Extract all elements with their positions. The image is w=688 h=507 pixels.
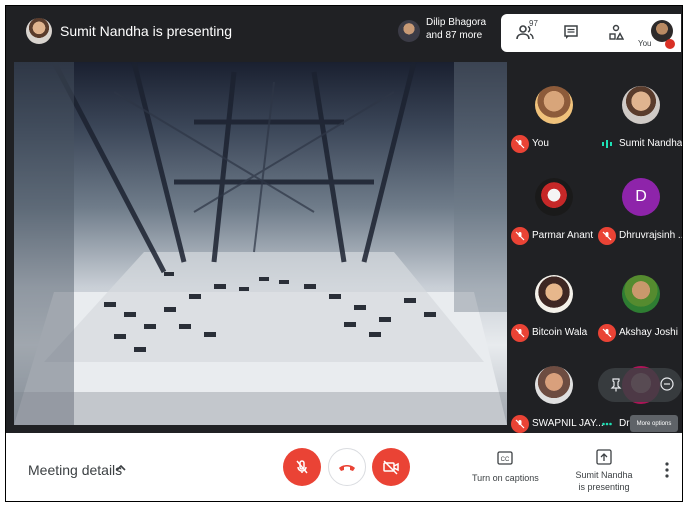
chat-icon[interactable] [559, 20, 583, 44]
participant-tile[interactable]: You [511, 84, 601, 164]
meeting-details-button[interactable]: Meeting details [28, 462, 122, 478]
avatar [535, 178, 573, 216]
presenter-avatar [26, 18, 52, 44]
avatar [622, 275, 660, 313]
mic-off-icon [665, 39, 675, 49]
meet-window: Sumit Nandha is presenting Dilip Bhagora… [5, 5, 683, 502]
tile-hover-toolbar [598, 368, 682, 402]
mic-off-icon [296, 460, 308, 474]
viewers-summary[interactable]: Dilip Bhagora and 87 more [394, 14, 499, 50]
top-toolbar: 97 You [501, 14, 681, 52]
participant-tile[interactable]: D Dhruvrajsinh ... [598, 176, 683, 256]
self-label: You [638, 39, 652, 48]
camera-toggle-button[interactable] [372, 448, 410, 486]
avatar [398, 20, 420, 42]
more-options-tooltip: More options [630, 415, 678, 432]
participant-tile[interactable]: SWAPNIL JAY... [511, 364, 604, 444]
mic-toggle-button[interactable] [283, 448, 321, 486]
participant-tile[interactable]: Parmar Anant [511, 176, 601, 256]
captions-button[interactable]: Turn on captions [472, 473, 539, 483]
mic-off-icon [511, 324, 529, 342]
avatar [535, 86, 573, 124]
participant-count-badge: 97 [529, 19, 538, 28]
camera-off-icon [383, 460, 399, 475]
presenting-name: Sumit Nandha [575, 470, 633, 480]
mic-off-icon [511, 415, 529, 433]
mic-off-icon [598, 324, 616, 342]
avatar [535, 275, 573, 313]
pin-icon[interactable] [610, 378, 622, 392]
participant-tile[interactable]: Akshay Joshi [598, 273, 682, 353]
participant-tile[interactable]: Sumit Nandha [598, 84, 683, 164]
participant-name: Bitcoin Wala [532, 327, 588, 338]
top-bar: Sumit Nandha is presenting Dilip Bhagora… [6, 6, 682, 58]
chevron-up-icon[interactable] [114, 461, 128, 475]
mic-off-icon [511, 135, 529, 153]
participant-name: Dhruvrajsinh ... [619, 230, 683, 241]
shared-screen [14, 62, 507, 425]
participant-name: Sumit Nandha [619, 138, 683, 149]
avatar: D [622, 178, 660, 216]
svg-text:CC: CC [501, 457, 510, 463]
avatar [622, 86, 660, 124]
captions-icon[interactable]: CC [497, 451, 513, 465]
activities-icon[interactable] [604, 20, 628, 44]
mic-off-icon [598, 227, 616, 245]
mic-off-icon [511, 227, 529, 245]
speaking-indicator-icon [602, 140, 612, 148]
participant-name: Parmar Anant [532, 230, 594, 241]
participant-name: You [532, 138, 549, 149]
participant-tile[interactable]: Bitcoin Wala [511, 273, 601, 353]
viewers-name: Dilip Bhagora [426, 17, 487, 28]
participant-name: SWAPNIL JAY... [532, 418, 604, 429]
avatar-letter: D [635, 188, 647, 205]
present-screen-icon[interactable] [596, 449, 612, 465]
avatar [535, 366, 573, 404]
presenting-status: is presenting [578, 482, 630, 492]
participant-name: Akshay Joshi [619, 327, 678, 338]
minus-circle-icon[interactable] [660, 377, 674, 391]
leave-call-button[interactable] [328, 448, 366, 486]
presenting-title: Sumit Nandha is presenting [60, 23, 232, 39]
more-dots-icon [602, 422, 612, 426]
bottom-bar: Meeting details CC Turn on captions Sumi… [6, 433, 682, 501]
presentation-image [14, 62, 507, 425]
presenting-status-button[interactable]: Sumit Nandha is presenting [573, 469, 635, 493]
hang-up-icon [339, 465, 355, 471]
more-options-icon[interactable] [662, 461, 672, 479]
participant-name: Dr [619, 418, 630, 429]
viewers-more: and 87 more [426, 30, 483, 41]
viewers-text: Dilip Bhagora and 87 more [426, 16, 486, 42]
